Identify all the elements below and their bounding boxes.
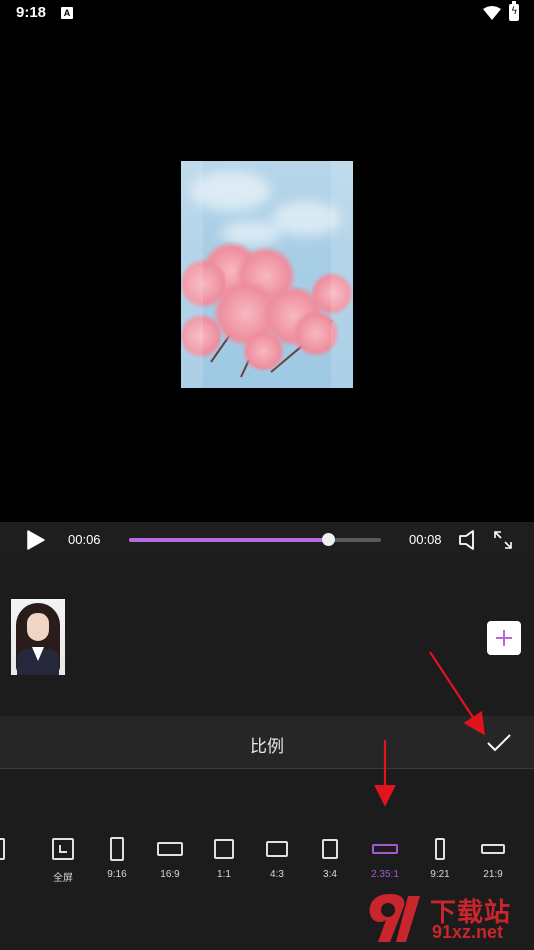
status-time: 9:18 <box>16 4 47 21</box>
widescreen-2-35-1-icon <box>372 844 398 854</box>
status-bar: 9:18 A ϟ <box>0 0 534 28</box>
ratio-option[interactable]: 2.35:1 <box>360 836 410 886</box>
ratio-option[interactable]: 1:1 <box>199 836 249 886</box>
checkmark-icon[interactable] <box>486 731 512 755</box>
panel-title: 比例 <box>250 737 284 757</box>
battery-charging-glyph: ϟ <box>511 6 518 17</box>
clip-thumbnail[interactable] <box>11 599 65 675</box>
timeline-track <box>0 558 534 716</box>
play-icon[interactable] <box>27 530 45 550</box>
landscape-21-9-icon <box>481 844 505 854</box>
video-preview[interactable] <box>0 28 534 522</box>
portrait-9-16-icon <box>110 837 124 861</box>
watermark: 下载站 91xz.net <box>360 886 534 950</box>
fullscreen-ratio-icon <box>52 838 74 860</box>
portrait-3-4-icon <box>322 839 338 859</box>
fullscreen-corner-marks <box>59 845 67 853</box>
ratio-label: 全屏 <box>53 873 73 884</box>
progress-fill <box>129 538 329 542</box>
player-controls: 00:06 00:08 <box>0 522 534 558</box>
progress-thumb[interactable] <box>322 533 336 546</box>
progress-slider[interactable] <box>129 533 381 546</box>
battery-icon: ϟ <box>509 1 519 21</box>
portrait-9-21-icon <box>435 838 445 860</box>
landscape-4-3-icon <box>266 841 288 857</box>
ratio-option[interactable]: 9:16 <box>92 836 142 886</box>
add-clip-button[interactable] <box>487 621 521 655</box>
ratio-option[interactable]: 9:21 <box>415 836 465 886</box>
ratio-option[interactable]: 全屏 <box>38 836 88 886</box>
ratio-label: 21:9 <box>483 869 503 880</box>
partial-ratio-icon <box>0 838 5 860</box>
ratio-label: 9:21 <box>430 869 450 880</box>
ratio-option[interactable]: 21:9 <box>468 836 518 886</box>
wifi-icon <box>483 6 501 20</box>
expand-icon[interactable] <box>492 529 514 551</box>
ratio-panel-header: 比例 <box>0 716 534 769</box>
ratio-option[interactable]: 4:3 <box>252 836 302 886</box>
volume-icon[interactable] <box>458 529 482 551</box>
ratio-label: 9:16 <box>107 869 127 880</box>
ratio-label: 1:1 <box>217 869 231 880</box>
watermark-logo-icon <box>369 894 420 942</box>
ratio-label: 3:4 <box>323 869 337 880</box>
ratio-label: 4:3 <box>270 869 284 880</box>
landscape-16-9-icon <box>157 842 183 856</box>
total-time: 00:08 <box>409 532 442 547</box>
ratio-label: 16:9 <box>160 869 180 880</box>
ratio-option[interactable] <box>0 836 43 886</box>
watermark-url: 91xz.net <box>432 922 504 942</box>
preview-image-cherry-blossom <box>181 161 353 388</box>
ratio-option[interactable]: 16:9 <box>145 836 195 886</box>
square-1-1-icon <box>214 839 234 859</box>
ratio-label: 2.35:1 <box>371 869 399 880</box>
current-time: 00:06 <box>68 532 101 547</box>
notification-app-icon: A <box>61 7 73 19</box>
ratio-option[interactable]: 3:4 <box>305 836 355 886</box>
